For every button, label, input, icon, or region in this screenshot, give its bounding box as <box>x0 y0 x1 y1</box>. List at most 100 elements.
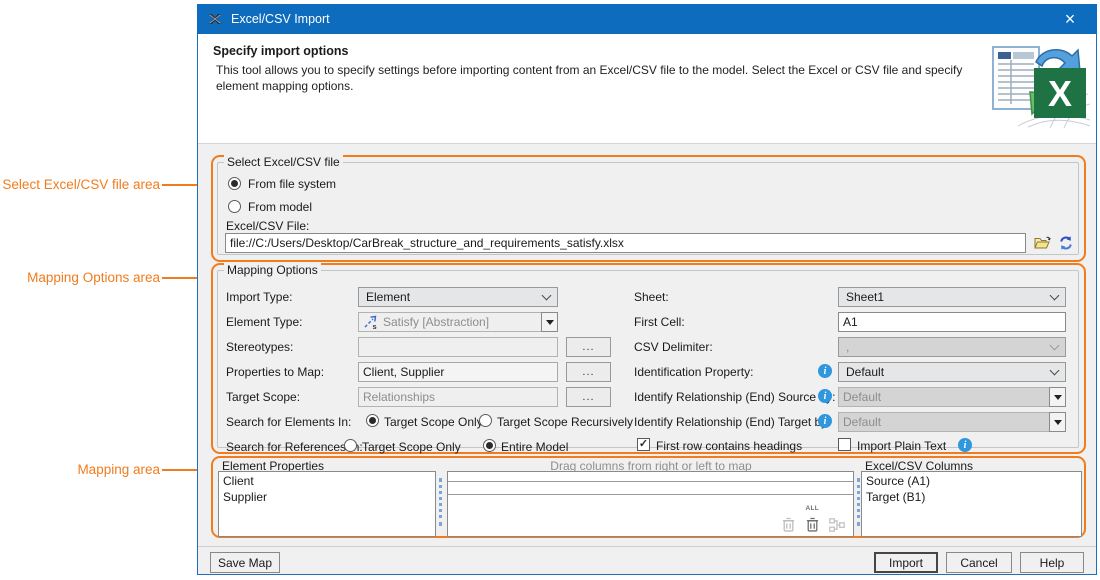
import-plain-text-info-icon[interactable]: i <box>958 438 972 452</box>
target-by-picker: Default <box>838 412 1066 432</box>
element-type-picker: s Satisfy [Abstraction] <box>358 312 558 332</box>
sheet-label: Sheet: <box>634 290 669 304</box>
help-button[interactable]: Help <box>1020 552 1084 573</box>
header-title: Specify import options <box>213 44 348 58</box>
svg-text:X: X <box>1048 73 1072 114</box>
first-cell-input[interactable]: A1 <box>838 312 1066 332</box>
target-by-info-icon[interactable]: i <box>818 414 832 428</box>
identification-property-select[interactable]: Default <box>838 362 1066 382</box>
chevron-down-icon <box>1050 290 1060 300</box>
properties-to-map-label: Properties to Map: <box>226 365 324 379</box>
element-type-value: Satisfy [Abstraction] <box>383 315 489 329</box>
target-scope-field: Relationships <box>358 387 558 407</box>
references-entire-model-label: Entire Model <box>501 440 568 454</box>
cancel-button[interactable]: Cancel <box>946 552 1012 573</box>
elements-target-scope-recursively-label: Target Scope Recursively <box>497 415 633 429</box>
list-item[interactable]: Supplier <box>223 489 431 505</box>
import-plain-text-label: Import Plain Text <box>857 439 946 453</box>
mapping-toolbar: ALL <box>782 501 845 532</box>
save-map-button[interactable]: Save Map <box>210 552 280 573</box>
from-file-system-label: From file system <box>248 177 336 191</box>
target-by-dropdown-button[interactable] <box>1049 412 1066 432</box>
identification-property-label: Identification Property: <box>634 365 753 379</box>
excel-import-icon: X <box>990 42 1090 131</box>
source-by-dropdown-button[interactable] <box>1049 387 1066 407</box>
chevron-down-icon <box>542 290 552 300</box>
csv-delimiter-label: CSV Delimiter: <box>634 340 713 354</box>
file-path-input[interactable]: file://C:/Users/Desktop/CarBreak_structu… <box>225 233 1026 253</box>
elements-target-scope-only-label: Target Scope Only <box>384 415 483 429</box>
import-plain-text-checkbox[interactable] <box>838 438 851 451</box>
left-splitter-handle[interactable] <box>439 478 443 526</box>
delete-all-mappings-icon[interactable]: ALL <box>805 501 819 532</box>
list-item[interactable]: Target (B1) <box>866 489 1077 505</box>
search-references-label: Search for References In: <box>226 440 363 454</box>
properties-to-map-field: Client, Supplier <box>358 362 558 382</box>
element-type-field: s Satisfy [Abstraction] <box>358 312 542 332</box>
import-type-select[interactable]: Element <box>358 287 558 307</box>
refresh-icon[interactable] <box>1058 235 1074 254</box>
open-folder-icon[interactable] <box>1034 235 1051 254</box>
references-target-scope-only-radio[interactable] <box>344 439 357 452</box>
import-button[interactable]: Import <box>874 552 938 573</box>
stereotypes-label: Stereotypes: <box>226 340 293 354</box>
annotation-select-area: Select Excel/CSV file area <box>0 177 160 192</box>
annotation-mapping-area: Mapping area <box>0 462 160 477</box>
target-by-field: Default <box>838 412 1050 432</box>
elements-target-scope-only-radio[interactable] <box>366 414 379 427</box>
row-divider <box>448 494 853 495</box>
satisfy-relation-icon: s <box>363 315 378 330</box>
magicdraw-logo-icon <box>207 11 223 27</box>
excel-csv-columns-list[interactable]: Source (A1) Target (B1) <box>861 471 1082 537</box>
identification-info-icon[interactable]: i <box>818 364 832 378</box>
chevron-down-icon <box>1050 365 1060 375</box>
delete-all-label: ALL <box>805 501 819 517</box>
svg-text:s: s <box>373 322 377 330</box>
csv-delimiter-value: , <box>846 340 849 354</box>
chevron-down-icon <box>1050 340 1060 350</box>
references-entire-model-radio[interactable] <box>483 439 496 452</box>
target-scope-label: Target Scope: <box>226 390 300 404</box>
mapping-drop-area[interactable]: ALL <box>447 471 854 537</box>
target-by-label: Identify Relationship (End) Target by: <box>634 415 831 429</box>
mapping-drop-row[interactable] <box>448 472 853 481</box>
footer-divider <box>198 546 1096 547</box>
identification-property-value: Default <box>846 365 884 379</box>
import-type-value: Element <box>366 290 410 304</box>
file-path-label: Excel/CSV File: <box>226 219 309 233</box>
mapping-drop-row[interactable] <box>448 481 853 494</box>
first-cell-label: First Cell: <box>634 315 685 329</box>
sheet-value: Sheet1 <box>846 290 884 304</box>
delete-mapping-icon <box>782 517 795 532</box>
first-row-headings-checkbox[interactable]: ✓ <box>637 438 650 451</box>
list-item[interactable]: Source (A1) <box>866 473 1077 489</box>
search-elements-label: Search for Elements In: <box>226 415 351 429</box>
from-model-label: From model <box>248 200 312 214</box>
header-description: This tool allows you to specify settings… <box>216 62 976 94</box>
element-type-dropdown-button[interactable] <box>541 312 558 332</box>
annotation-options-area: Mapping Options area <box>0 270 160 285</box>
stereotypes-field <box>358 337 558 357</box>
source-by-picker: Default <box>838 387 1066 407</box>
stereotypes-browse-button[interactable]: ... <box>566 337 611 357</box>
map-by-name-icon <box>829 518 845 532</box>
mapping-options-legend: Mapping Options <box>224 263 321 277</box>
close-icon[interactable]: × <box>1055 4 1085 34</box>
source-by-info-icon[interactable]: i <box>818 389 832 403</box>
elements-target-scope-recursively-radio[interactable] <box>479 414 492 427</box>
from-model-radio[interactable] <box>228 200 241 213</box>
from-file-system-radio[interactable] <box>228 177 241 190</box>
title-bar[interactable]: Excel/CSV Import × <box>197 4 1097 34</box>
select-file-group-legend: Select Excel/CSV file <box>224 155 343 169</box>
import-type-label: Import Type: <box>226 290 292 304</box>
element-properties-list[interactable]: Client Supplier <box>218 471 436 537</box>
sheet-select[interactable]: Sheet1 <box>838 287 1066 307</box>
source-by-field: Default <box>838 387 1050 407</box>
properties-to-map-browse-button[interactable]: ... <box>566 362 611 382</box>
element-type-label: Element Type: <box>226 315 303 329</box>
references-target-scope-only-label: Target Scope Only <box>362 440 461 454</box>
list-item[interactable]: Client <box>223 473 431 489</box>
window-title: Excel/CSV Import <box>231 12 330 26</box>
first-row-headings-label: First row contains headings <box>656 439 802 453</box>
target-scope-browse-button[interactable]: ... <box>566 387 611 407</box>
